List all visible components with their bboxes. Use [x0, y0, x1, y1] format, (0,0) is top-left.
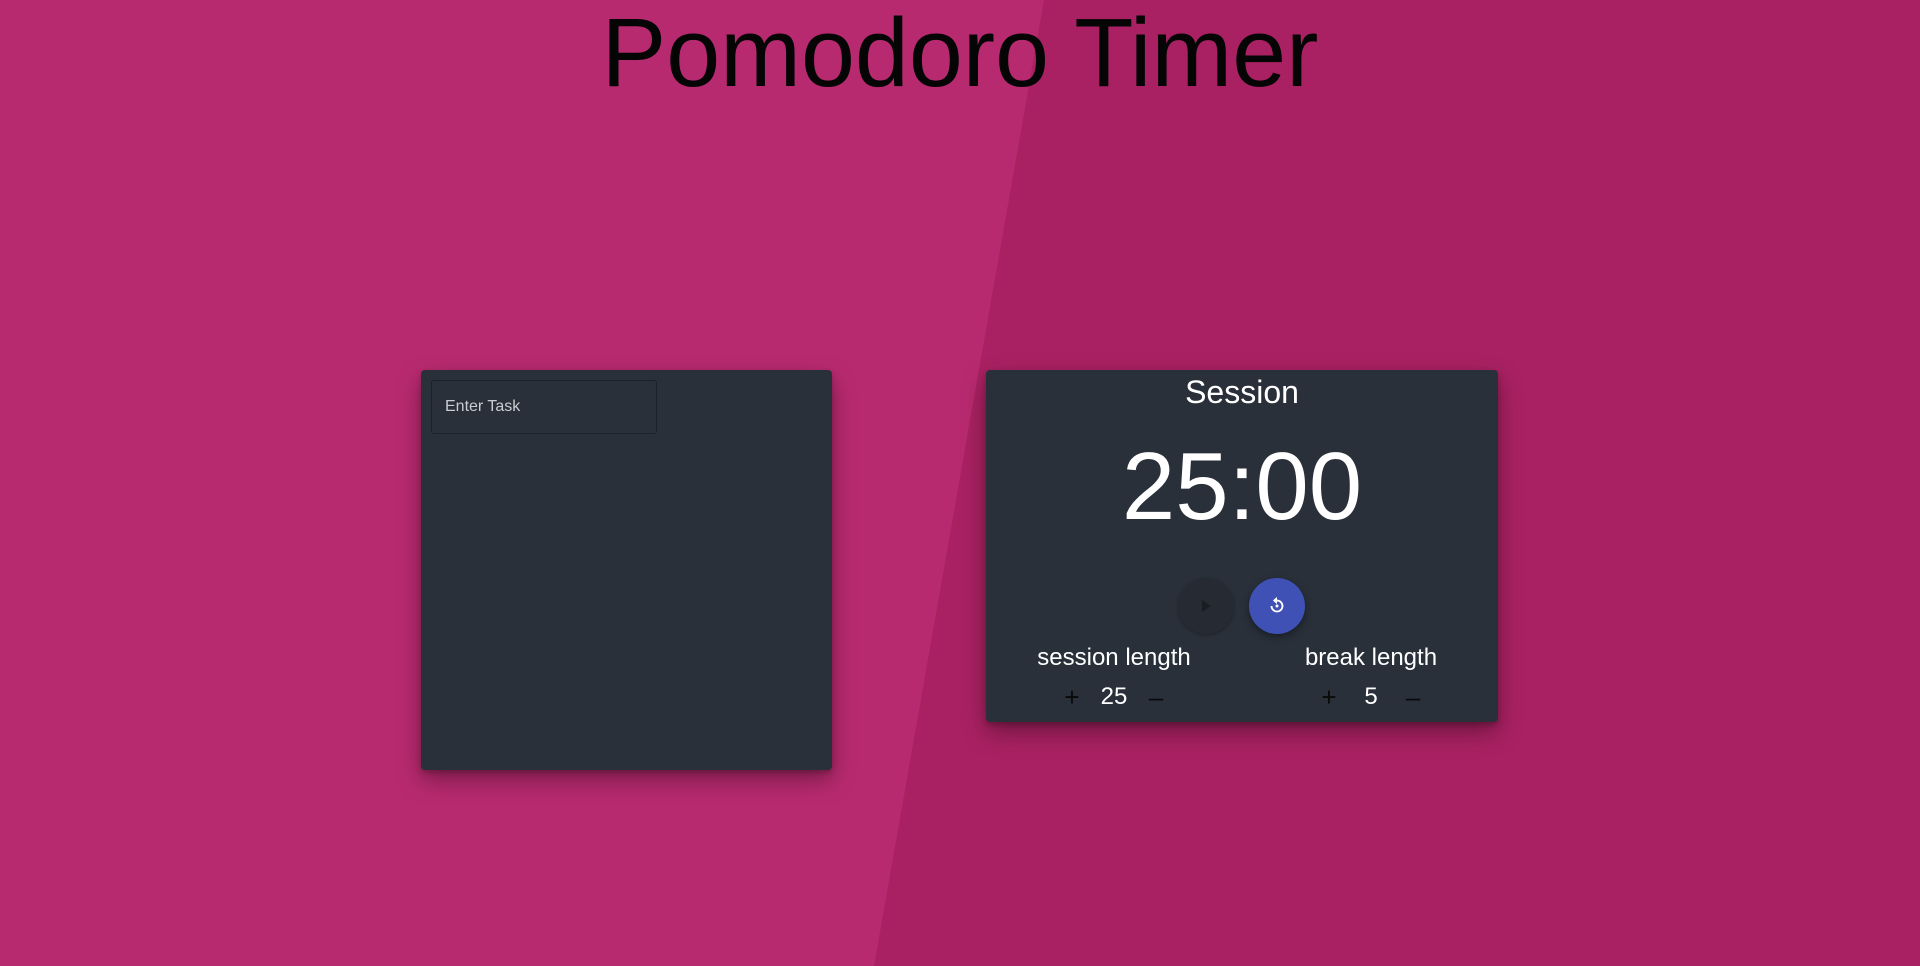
break-length-value: 5: [1364, 683, 1378, 710]
timer-panel: Session 25:00 session length + 25 – brea…: [986, 370, 1498, 722]
task-input[interactable]: [431, 380, 657, 434]
task-panel: [421, 370, 832, 770]
play-button[interactable]: [1178, 578, 1234, 634]
play-icon: [1202, 600, 1211, 612]
page-title: Pomodoro Timer: [601, 0, 1319, 107]
timer-display: 25:00: [1121, 433, 1363, 540]
session-decrement-button[interactable]: –: [1142, 683, 1170, 711]
session-increment-button[interactable]: +: [1058, 683, 1086, 711]
session-length-value: 25: [1100, 683, 1128, 710]
break-length-group: break length + 5 –: [1271, 642, 1471, 712]
timer-mode-label: Session: [1185, 374, 1299, 410]
break-increment-button[interactable]: +: [1315, 683, 1343, 711]
session-length-label: session length: [1037, 644, 1191, 671]
break-length-stepper: + 5 –: [1271, 682, 1471, 712]
session-length-group: session length + 25 –: [1014, 642, 1214, 712]
background-shade: [874, 0, 1920, 966]
session-length-stepper: + 25 –: [1014, 682, 1214, 712]
break-length-label: break length: [1304, 644, 1438, 671]
replay-icon: [1270, 596, 1284, 613]
break-decrement-button[interactable]: –: [1399, 683, 1427, 711]
reset-button[interactable]: [1249, 578, 1305, 634]
